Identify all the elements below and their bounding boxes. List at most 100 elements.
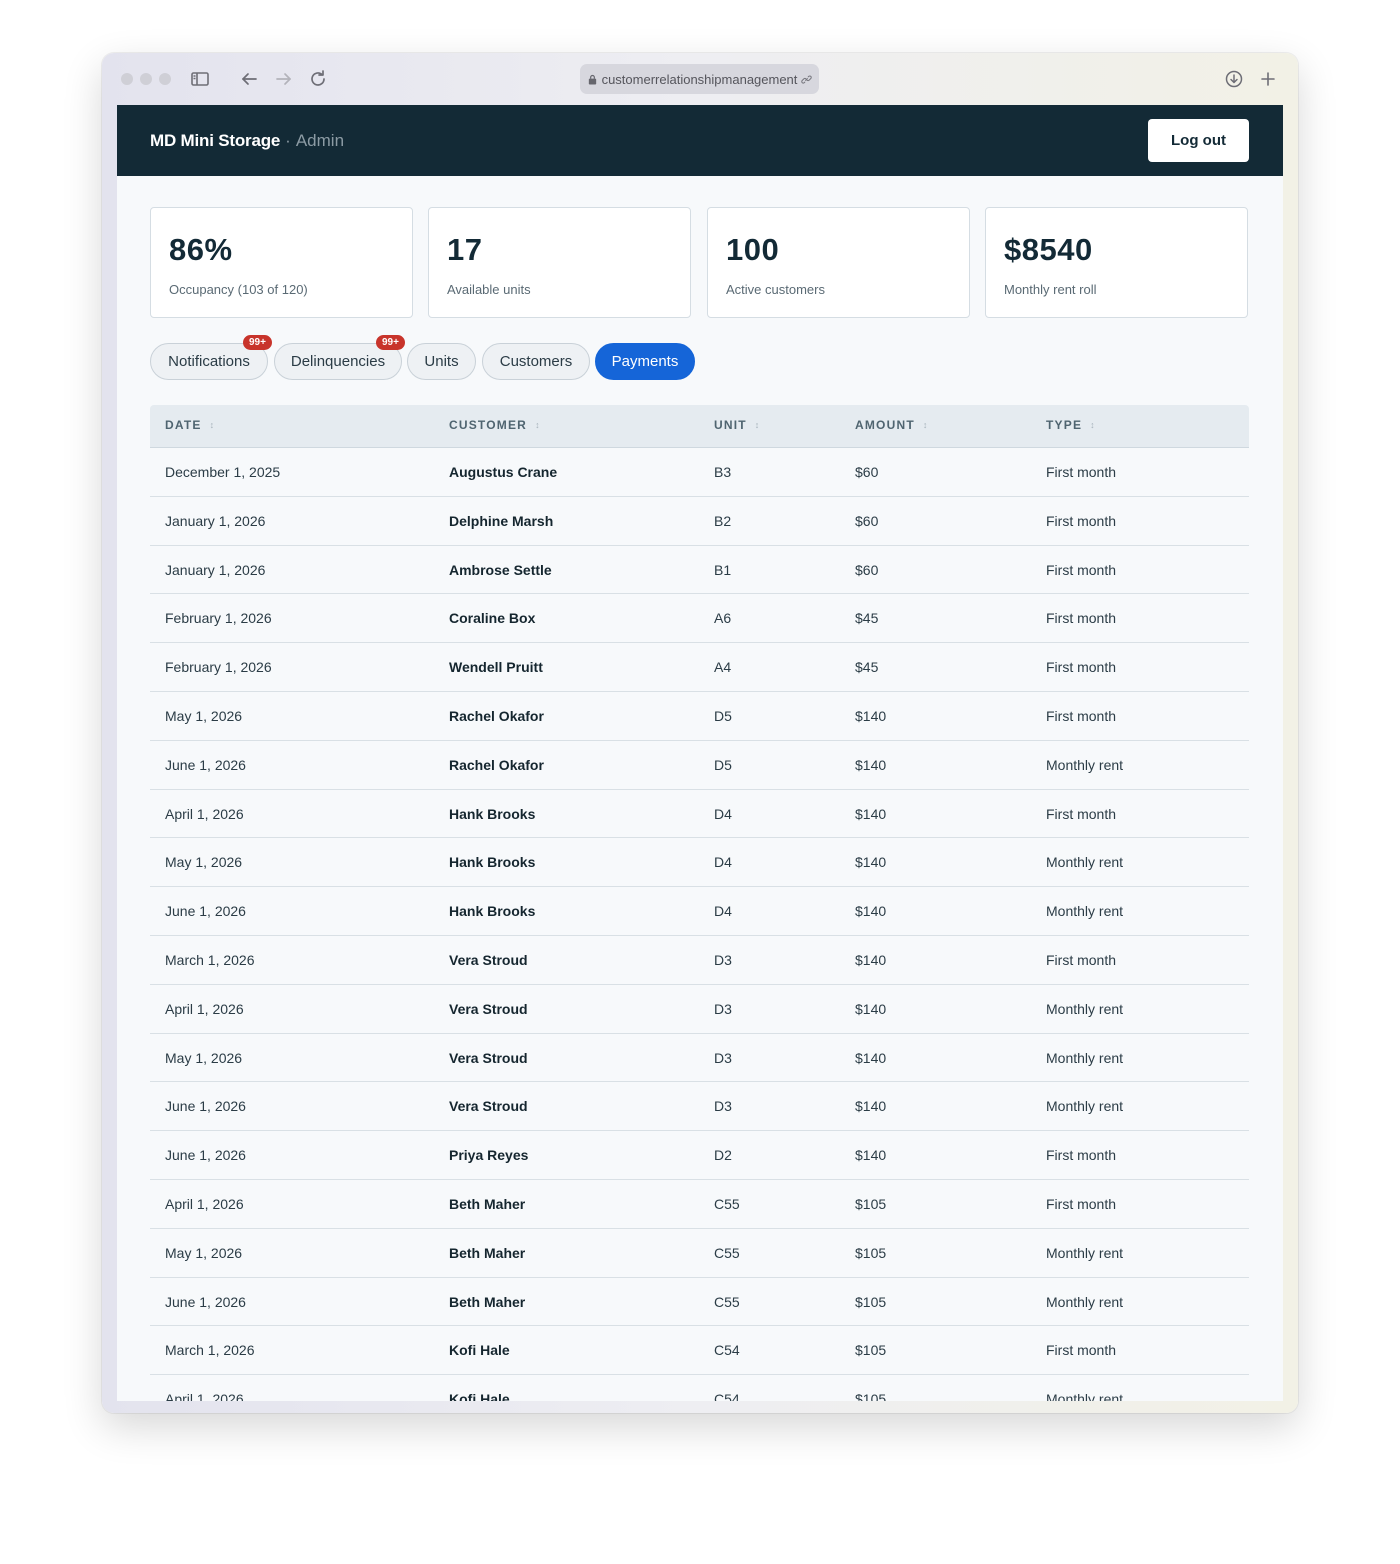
cell-customer: Kofi Hale bbox=[449, 1342, 510, 1359]
table-row[interactable]: January 1, 2026 Delphine Marsh B2 $60 First … bbox=[150, 497, 1249, 546]
table-row[interactable]: December 1, 2025 Augustus Crane B3 $60 First… bbox=[150, 448, 1249, 497]
cell-date: May 1, 2026 bbox=[165, 854, 243, 871]
cell-customer: Hank Brooks bbox=[449, 805, 536, 822]
column-header-customer[interactable]: CUSTOMER ↕ bbox=[449, 418, 540, 432]
reload-icon[interactable] bbox=[306, 67, 330, 91]
cell-date: March 1, 2026 bbox=[165, 1342, 255, 1359]
table-row[interactable]: May 1, 2026 Beth Maher C55 $105 Monthly rent bbox=[150, 1229, 1249, 1278]
column-header-type[interactable]: TYPE ↕ bbox=[1046, 418, 1095, 432]
stat-label: Monthly rent roll bbox=[1004, 282, 1097, 297]
cell-date: June 1, 2026 bbox=[165, 756, 246, 773]
notifications-count-badge: 99+ bbox=[243, 335, 272, 350]
cell-unit: A6 bbox=[714, 610, 732, 627]
tab-customers[interactable]: Customers bbox=[482, 343, 590, 380]
table-row[interactable]: June 1, 2026 Hank Brooks D4 $140 Monthly ren… bbox=[150, 887, 1249, 936]
cell-date: February 1, 2026 bbox=[165, 610, 272, 627]
sidebar-toggle-icon[interactable] bbox=[188, 67, 212, 91]
cell-unit: D5 bbox=[714, 707, 732, 724]
cell-unit: D3 bbox=[714, 951, 732, 968]
window-zoom-button[interactable] bbox=[159, 73, 171, 85]
tab-payments[interactable]: Payments bbox=[595, 343, 695, 380]
table-row[interactable]: April 1, 2026 Hank Brooks D4 $140 First mont… bbox=[150, 790, 1249, 839]
cell-customer: Beth Maher bbox=[449, 1195, 526, 1212]
brand-separator: · bbox=[285, 130, 291, 150]
cell-amount: $105 bbox=[855, 1391, 887, 1401]
table-row[interactable]: June 1, 2026 Vera Stroud D3 $140 Monthly ren… bbox=[150, 1082, 1249, 1132]
tab-label: Payments bbox=[611, 353, 679, 370]
cell-unit: D5 bbox=[714, 756, 732, 773]
column-header-unit[interactable]: UNIT ↕ bbox=[714, 418, 759, 432]
cell-unit: C54 bbox=[714, 1342, 740, 1359]
cell-unit: B3 bbox=[714, 464, 732, 480]
table-row[interactable]: May 1, 2026 Hank Brooks D4 $140 Monthly rent bbox=[150, 838, 1249, 888]
cell-type: First month bbox=[1046, 951, 1117, 968]
link-icon bbox=[801, 74, 813, 84]
cell-customer: Vera Stroud bbox=[449, 1049, 528, 1066]
cell-date: June 1, 2026 bbox=[165, 1098, 246, 1115]
window-minimize-button[interactable] bbox=[140, 73, 152, 85]
cell-customer: Vera Stroud bbox=[449, 1000, 528, 1017]
cell-type: Monthly rent bbox=[1046, 1293, 1124, 1310]
tab-units[interactable]: Units bbox=[407, 343, 476, 380]
sort-icon: ↕ bbox=[1090, 420, 1095, 430]
cell-date: March 1, 2026 bbox=[165, 951, 255, 968]
column-header-label: CUSTOMER bbox=[449, 418, 528, 432]
browser-toolbar: customerrelationshipmanagement bbox=[102, 53, 1298, 105]
tab-delinquencies[interactable]: Delinquencies 99+ bbox=[274, 335, 405, 380]
table-row[interactable]: June 1, 2026 Priya Reyes D2 $140 First month bbox=[150, 1131, 1249, 1180]
table-row[interactable]: April 1, 2026 Beth Maher C55 $105 First mont… bbox=[150, 1180, 1249, 1229]
cell-type: First month bbox=[1046, 1342, 1117, 1359]
table-row[interactable]: February 1, 2026 Wendell Pruitt A4 $45 First… bbox=[150, 643, 1249, 692]
cell-customer: Rachel Okafor bbox=[449, 756, 544, 773]
cell-unit: C55 bbox=[714, 1195, 740, 1212]
cell-date: June 1, 2026 bbox=[165, 1293, 246, 1310]
new-tab-plus-icon[interactable] bbox=[1256, 67, 1280, 91]
tab-label: Delinquencies bbox=[290, 353, 386, 370]
column-header-date[interactable]: DATE ↕ bbox=[165, 418, 214, 432]
logout-button[interactable]: Log out bbox=[1148, 119, 1249, 162]
cell-amount: $105 bbox=[855, 1244, 887, 1261]
cell-customer: Delphine Marsh bbox=[449, 512, 554, 529]
back-arrow-icon[interactable] bbox=[237, 67, 261, 91]
cell-type: Monthly rent bbox=[1046, 1049, 1124, 1066]
cell-date: May 1, 2026 bbox=[165, 1244, 243, 1261]
table-row[interactable]: May 1, 2026 Vera Stroud D3 $140 Monthly rent bbox=[150, 1034, 1249, 1083]
table-body: December 1, 2025 Augustus Crane B3 $60 First… bbox=[150, 448, 1249, 1401]
cell-type: First month bbox=[1046, 659, 1117, 676]
cell-customer: Beth Maher bbox=[449, 1244, 526, 1261]
column-header-label: TYPE bbox=[1046, 418, 1083, 432]
cell-unit: A4 bbox=[714, 659, 732, 676]
table-row[interactable]: March 1, 2026 Kofi Hale C54 $105 First month bbox=[150, 1326, 1249, 1376]
stat-card-active-customers: 100 Active customers bbox=[707, 207, 970, 318]
forward-arrow-icon[interactable] bbox=[272, 67, 296, 91]
cell-amount: $60 bbox=[855, 561, 879, 578]
cell-unit: B2 bbox=[714, 512, 732, 529]
page-viewport: MD Mini Storage · Admin Log out 86% Occu… bbox=[117, 105, 1283, 1401]
cell-type: First month bbox=[1046, 707, 1117, 724]
table-row[interactable]: June 1, 2026 Beth Maher C55 $105 Monthly ren… bbox=[150, 1278, 1249, 1327]
cell-unit: D2 bbox=[714, 1147, 732, 1164]
tab-label: Notifications bbox=[168, 353, 250, 370]
cell-type: Monthly rent bbox=[1046, 903, 1124, 920]
address-bar[interactable]: customerrelationshipmanagement bbox=[580, 64, 819, 94]
table-row[interactable]: May 1, 2026 Rachel Okafor D5 $140 First mont… bbox=[150, 692, 1249, 741]
cell-amount: $140 bbox=[855, 707, 887, 724]
cell-type: Monthly rent bbox=[1046, 756, 1124, 773]
cell-type: Monthly rent bbox=[1046, 1098, 1124, 1115]
tab-label: Units bbox=[424, 353, 459, 370]
cell-unit: B1 bbox=[714, 561, 732, 578]
table-row[interactable]: April 1, 2026 Kofi Hale C54 $105 Monthly ren… bbox=[150, 1375, 1249, 1401]
table-row[interactable]: February 1, 2026 Coraline Box A6 $45 First m… bbox=[150, 594, 1249, 644]
cell-customer: Beth Maher bbox=[449, 1293, 526, 1310]
cell-date: May 1, 2026 bbox=[165, 1049, 243, 1066]
window-close-button[interactable] bbox=[121, 73, 133, 85]
table-row[interactable]: January 1, 2026 Ambrose Settle B1 $60 First … bbox=[150, 546, 1249, 595]
tab-notifications[interactable]: Notifications 99+ bbox=[150, 335, 272, 380]
download-icon[interactable] bbox=[1222, 67, 1246, 91]
table-row[interactable]: June 1, 2026 Rachel Okafor D5 $140 Monthly r… bbox=[150, 741, 1249, 790]
column-header-amount[interactable]: AMOUNT ↕ bbox=[855, 418, 927, 432]
table-row[interactable]: April 1, 2026 Vera Stroud D3 $140 Monthly re… bbox=[150, 985, 1249, 1034]
table-row[interactable]: March 1, 2026 Vera Stroud D3 $140 First mont… bbox=[150, 936, 1249, 985]
url-text: customerrelationshipmanagement bbox=[601, 71, 798, 87]
lock-icon bbox=[588, 74, 596, 85]
